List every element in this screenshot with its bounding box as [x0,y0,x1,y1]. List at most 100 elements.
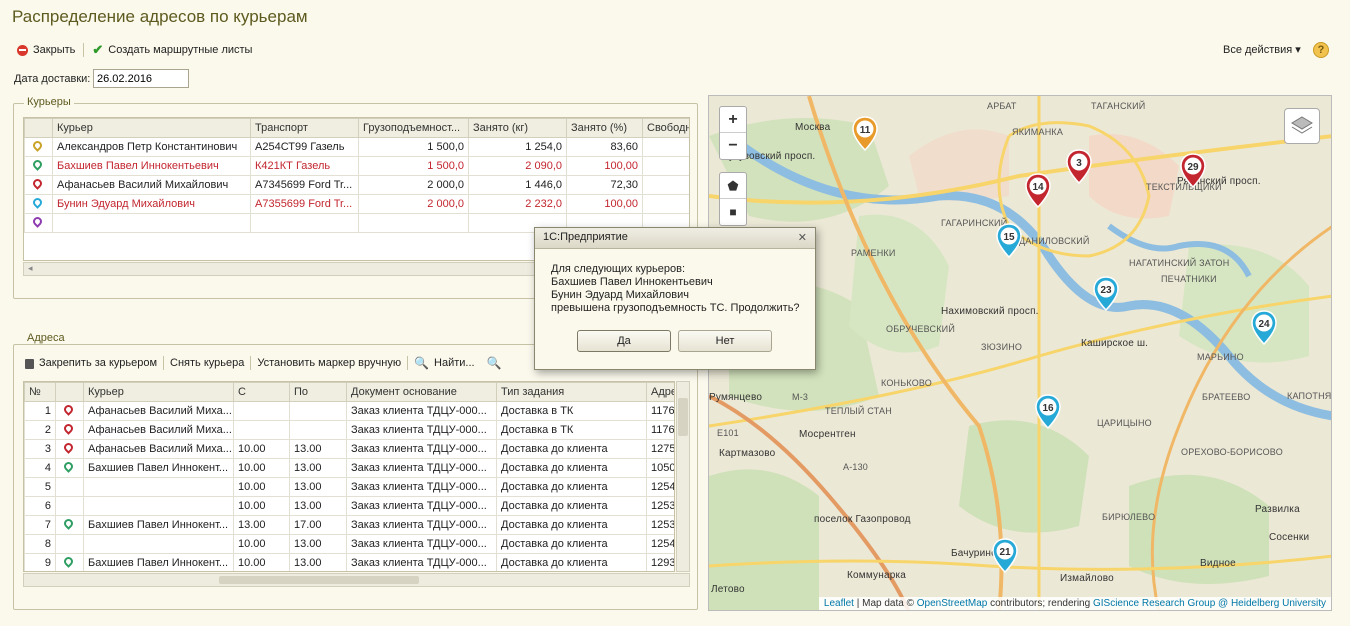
address-courier[interactable] [83,534,234,554]
magnifier-icon: 🔍 [414,356,430,370]
address-row[interactable]: 5 10.00 13.00 Заказ клиента ТДЦУ-000... Дост… [24,477,674,497]
address-row[interactable]: 9 Бахшиев Павел Иннокент... 10.00 13.00 Зака… [24,553,674,571]
clear-search-icon[interactable]: 🔍 [487,356,502,370]
scroll-thumb[interactable] [219,576,419,584]
map-marker[interactable]: 24 [1251,310,1277,349]
scroll-left-arrow-icon[interactable]: ◂ [28,263,33,274]
delivery-date-label: Дата доставки: [14,73,91,85]
map-marker[interactable]: 16 [1035,394,1061,433]
col-courier[interactable]: Курьер [52,118,251,138]
toolbar-separator [83,43,85,57]
no-button[interactable]: Нет [678,330,772,352]
address-task-type: Доставка в ТК [496,420,647,440]
col-to[interactable]: По [289,382,347,402]
col-transport[interactable]: Транспорт [250,118,359,138]
scroll-thumb[interactable] [678,398,688,436]
draw-polygon-icon[interactable]: ⬟ [720,173,746,199]
address-document: Заказ клиента ТДЦУ-000... [346,515,497,535]
col-document[interactable]: Документ основание [346,382,497,402]
zoom-out-button[interactable]: − [720,133,746,159]
map-marker[interactable]: 11 [852,116,878,155]
toolbar-separator [407,356,409,370]
couriers-group-label: Курьеры [24,96,74,108]
col-marker[interactable] [55,382,84,402]
map-place-label: НАГАТИНСКИЙ ЗАТОН [1129,258,1230,268]
map-marker[interactable]: 21 [992,538,1018,577]
leaflet-link[interactable]: Leaflet [824,598,854,609]
address-row[interactable]: 8 10.00 13.00 Заказ клиента ТДЦУ-000... Дост… [24,534,674,554]
draw-toolbar: ⬟ ■ [719,172,747,226]
map-pin-icon [62,460,75,473]
courier-capacity: 1 500,0 [358,137,469,157]
address-row[interactable]: 3 Афанасьев Василий Миха... 10.00 13.00 Зака… [24,439,674,459]
draw-rectangle-icon[interactable]: ■ [720,199,746,225]
zoom-in-button[interactable]: + [720,107,746,133]
yes-button[interactable]: Да [577,330,671,352]
address-courier[interactable]: Бахшиев Павел Иннокент... [83,458,234,478]
courier-row[interactable]: Александров Петр Константинович А254СТ99 … [24,137,689,157]
col-from[interactable]: С [233,382,290,402]
addresses-vertical-scrollbar[interactable] [676,381,690,572]
address-task-type: Доставка до клиента [496,458,647,478]
pin-to-courier-button[interactable]: Закрепить за курьером [25,357,157,369]
addresses-table-container: № Курьер С По Документ основание Тип зад… [23,381,675,572]
col-used-kg[interactable]: Занято (кг) [468,118,567,138]
giscience-link[interactable]: GIScience Research Group @ Heidelberg Un… [1093,598,1326,609]
close-button[interactable]: Закрыть [17,44,75,56]
address-document: Заказ клиента ТДЦУ-000... [346,458,497,478]
map-marker[interactable]: 23 [1093,276,1119,315]
courier-name: Бунин Эдуард Михайлович [52,194,251,214]
osm-link[interactable]: OpenStreetMap [917,598,988,609]
map-marker-label: 23 [1100,285,1112,296]
address-marker-cell [55,401,84,421]
address-document: Заказ клиента ТДЦУ-000... [346,420,497,440]
courier-row[interactable]: Бахшиев Павел Иннокентьевич К421КТ Газель… [24,156,689,176]
all-actions-button[interactable]: Все действия ▾ [1223,43,1301,56]
addresses-horizontal-scrollbar[interactable] [23,573,690,587]
set-marker-manually-button[interactable]: Установить маркер вручную [257,357,401,369]
find-label: Найти... [434,357,475,369]
address-row[interactable]: 1 Афанасьев Василий Миха... Заказ клиента … [24,401,674,421]
find-button[interactable]: 🔍 Найти... [414,356,475,370]
address-courier[interactable] [83,496,234,516]
address-courier[interactable]: Афанасьев Василий Миха... [83,439,234,459]
map-pin-icon [62,403,75,416]
help-icon[interactable]: ? [1313,42,1329,58]
map-marker[interactable]: 3 [1066,149,1092,188]
address-row[interactable]: 6 10.00 13.00 Заказ клиента ТДЦУ-000... Дост… [24,496,674,516]
dialog-title-bar: 1С:Предприятие ✕ [535,228,815,249]
address-task-type: Доставка до клиента [496,534,647,554]
col-address[interactable]: Адре [646,382,674,402]
courier-transport [250,213,359,233]
courier-row[interactable]: Бунин Эдуард Михайлович А7355699 Ford Tr.… [24,194,689,214]
map-marker[interactable]: 29 [1180,153,1206,192]
delivery-date-field[interactable] [93,69,189,88]
address-courier[interactable]: Афанасьев Василий Миха... [83,420,234,440]
map-marker[interactable]: 14 [1025,173,1051,212]
col-capacity[interactable]: Грузоподъемност... [358,118,469,138]
address-courier[interactable]: Афанасьев Василий Миха... [83,401,234,421]
address-courier[interactable]: Бахшиев Павел Иннокент... [83,515,234,535]
address-marker-cell [55,553,84,571]
col-free[interactable]: Свободн [642,118,689,138]
dialog-close-icon[interactable]: ✕ [798,231,807,245]
map-place-label: КАПОТНЯ [1287,391,1332,401]
address-row[interactable]: 7 Бахшиев Павел Иннокент... 13.00 17.00 Зака… [24,515,674,535]
address-row[interactable]: 2 Афанасьев Василий Миха... Заказ клиента … [24,420,674,440]
col-courier[interactable]: Курьер [83,382,234,402]
all-actions-label: Все действия ▾ [1223,44,1301,56]
address-courier[interactable]: Бахшиев Павел Иннокент... [83,553,234,571]
col-used-pct[interactable]: Занято (%) [566,118,643,138]
address-courier[interactable] [83,477,234,497]
map-marker[interactable]: 15 [996,223,1022,262]
create-route-sheets-button[interactable]: ✔ Создать маршрутные листы [92,42,252,58]
map-marker-pin-icon: 23 [1093,276,1119,312]
address-row[interactable]: 4 Бахшиев Павел Иннокент... 10.00 13.00 Зака… [24,458,674,478]
courier-row[interactable]: Афанасьев Василий Михайлович А7345699 For… [24,175,689,195]
address-number: 9 [24,553,56,571]
unpin-courier-button[interactable]: Снять курьера [170,357,244,369]
col-task-type[interactable]: Тип задания [496,382,647,402]
layers-button[interactable] [1284,108,1320,144]
courier-marker-cell [24,175,53,195]
col-number[interactable]: № [24,382,56,402]
